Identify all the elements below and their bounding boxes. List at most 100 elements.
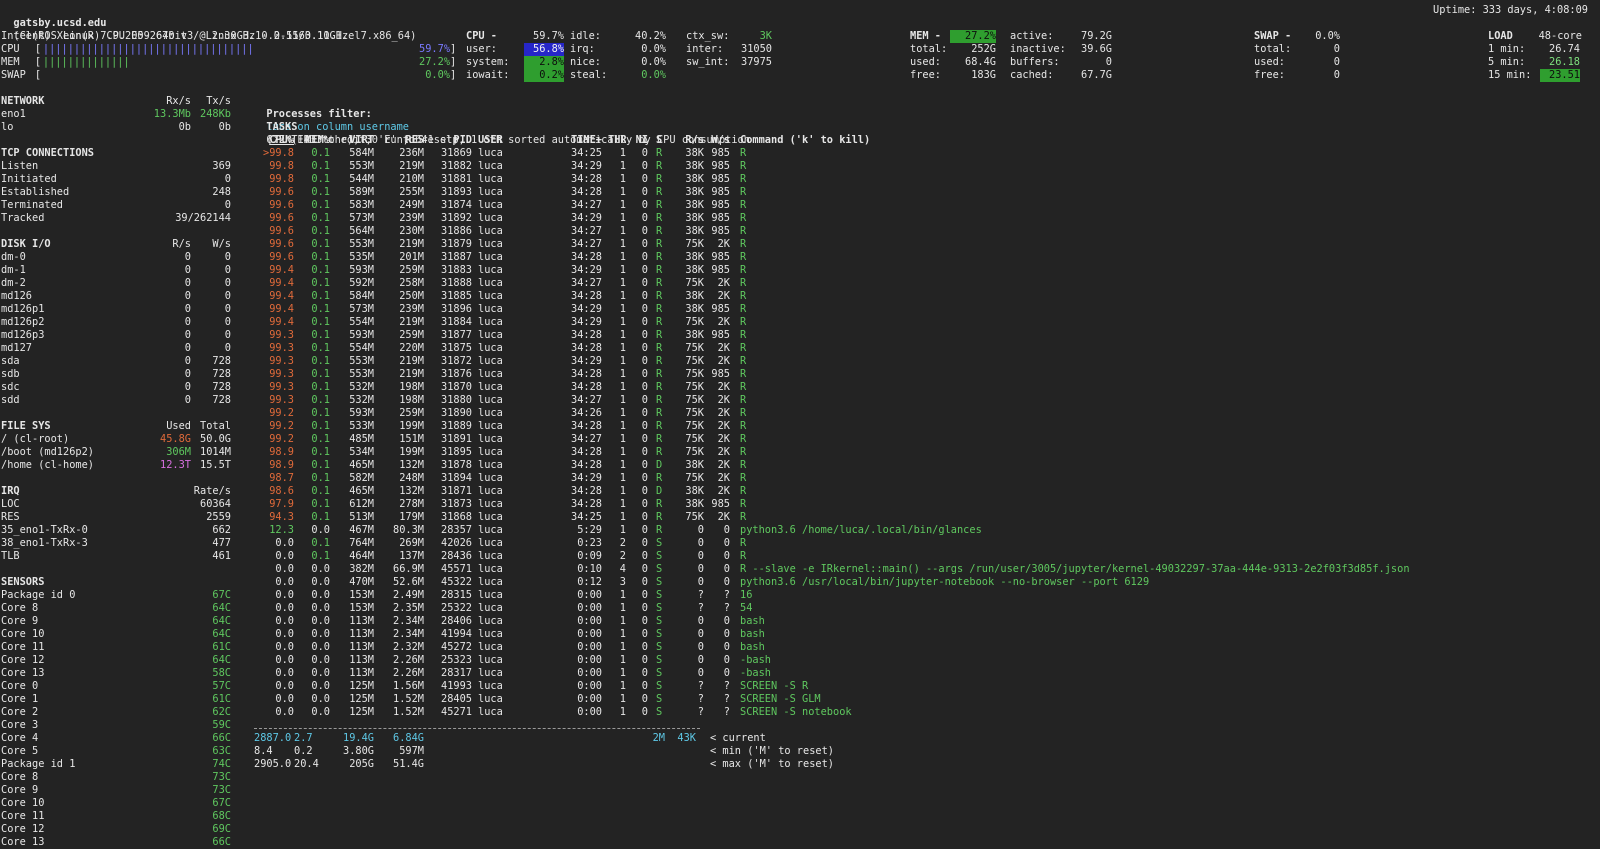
summary-res: 6.84G: [393, 732, 424, 744]
process-row[interactable]: >99.8 0.1 584M 236M 31869 luca 34:25 1 0 R 38K 985 R: [254, 147, 1594, 160]
process-row[interactable]: 99.6 0.1 553M 219M 31879 luca 34:27 1 0 R 75K 2K R: [254, 238, 1594, 251]
process-cell: 0: [641, 368, 648, 380]
process-row[interactable]: 99.8 0.1 553M 219M 31882 luca 34:29 1 0 R 38K 985 R: [254, 160, 1594, 173]
irq-row: 38_eno1-TxRx-3 477: [1, 537, 236, 550]
process-cell: R: [740, 498, 747, 510]
process-row[interactable]: 0.0 0.0 382M 66.9M 45571 luca 0:10 4 0 S 0 0 R --sla…: [254, 563, 1594, 576]
process-row[interactable]: 0.0 0.1 764M 269M 42026 luca 0:23 2 0 S 0 0 R: [254, 537, 1594, 550]
process-row[interactable]: 99.3 0.1 532M 198M 31870 luca 34:28 1 0 R 75K 2K R: [254, 381, 1594, 394]
process-cell: luca: [478, 251, 503, 263]
cpu-stat-value: 40.2%: [635, 30, 666, 42]
process-cell: 0: [697, 641, 704, 653]
process-row[interactable]: 99.6 0.1 535M 201M 31887 luca 34:28 1 0 R 38K 985 R: [254, 251, 1594, 264]
irq-row: RES 2559: [1, 511, 236, 524]
process-cell: 0.1: [311, 394, 330, 406]
process-cell: 2: [619, 537, 626, 549]
process-cell: 2K: [717, 459, 730, 471]
process-row[interactable]: 98.9 0.1 465M 132M 31878 luca 34:28 1 0 D 38K 2K R: [254, 459, 1594, 472]
process-cell: 0.1: [311, 381, 330, 393]
diskio-row: sdb 0 728: [1, 368, 236, 381]
disk-read: 0: [184, 316, 191, 328]
tcp-label: Terminated: [1, 199, 63, 211]
process-row[interactable]: 99.2 0.1 533M 199M 31889 luca 34:28 1 0 R 75K 2K R: [254, 420, 1594, 433]
process-cell: R: [740, 368, 747, 380]
process-cell: 1: [619, 628, 626, 640]
process-row[interactable]: 0.0 0.0 113M 2.26M 25323 luca 0:00 1 0 S 0 0 -bash: [254, 654, 1594, 667]
process-cell: R: [740, 459, 747, 471]
cpu-stat-label: inter:: [686, 43, 724, 55]
process-cell: 1: [619, 251, 626, 263]
process-row[interactable]: 99.4 0.1 584M 250M 31885 luca 34:28 1 0 R 38K 2K R: [254, 290, 1594, 303]
process-row[interactable]: 99.2 0.1 593M 259M 31890 luca 34:26 1 0 R 75K 2K R: [254, 407, 1594, 420]
process-cell: 467M: [349, 524, 374, 536]
process-row[interactable]: 0.0 0.0 470M 52.6M 45322 luca 0:12 3 0 S 0 0 python3…: [254, 576, 1594, 589]
process-cell: 34:28: [571, 485, 602, 497]
process-row[interactable]: 0.0 0.0 113M 2.34M 41994 luca 0:00 1 0 S 0 0 bash: [254, 628, 1594, 641]
process-row[interactable]: 0.0 0.0 113M 2.32M 45272 luca 0:00 1 0 S 0 0 bash: [254, 641, 1594, 654]
sensor-temp: 64C: [212, 628, 231, 640]
process-cell: 31889: [441, 420, 472, 432]
process-cell: 2.34M: [393, 628, 424, 640]
sensor-name: Package id 0: [1, 589, 76, 601]
process-cell: 198M: [399, 394, 424, 406]
process-row[interactable]: 98.6 0.1 465M 132M 31871 luca 34:28 1 0 D 38K 2K R: [254, 485, 1594, 498]
sensor-name: Core 12: [1, 823, 45, 835]
sensor-row: Core 8 64C: [1, 602, 236, 615]
process-row[interactable]: 12.3 0.0 467M 80.3M 28357 luca 5:29 1 0 R 0 0 python…: [254, 524, 1594, 537]
process-cell: 2K: [717, 472, 730, 484]
process-row[interactable]: 94.3 0.1 513M 179M 31868 luca 34:25 1 0 R 75K 2K R: [254, 511, 1594, 524]
process-row[interactable]: 0.0 0.0 113M 2.26M 28317 luca 0:00 1 0 S 0 0 -bash: [254, 667, 1594, 680]
process-row[interactable]: 99.4 0.1 592M 258M 31888 luca 34:27 1 0 R 75K 2K R: [254, 277, 1594, 290]
process-row[interactable]: 0.0 0.0 153M 2.35M 25322 luca 0:00 1 0 S?? 54: [254, 602, 1594, 615]
process-cell: 470M: [349, 576, 374, 588]
process-row[interactable]: 99.3 0.1 553M 219M 31872 luca 34:29 1 0 R 75K 2K R: [254, 355, 1594, 368]
process-row[interactable]: 99.6 0.1 589M 255M 31893 luca 34:28 1 0 R 38K 985 R: [254, 186, 1594, 199]
process-cell: 34:28: [571, 368, 602, 380]
process-cell: 38K: [685, 160, 704, 172]
process-row[interactable]: 99.2 0.1 485M 151M 31891 luca 34:27 1 0 R 75K 2K R: [254, 433, 1594, 446]
process-cell: 0.0: [311, 589, 330, 601]
process-row[interactable]: 99.6 0.1 583M 249M 31874 luca 34:27 1 0 R 38K 985 R: [254, 199, 1594, 212]
process-row[interactable]: 99.4 0.1 573M 239M 31896 luca 34:29 1 0 R 38K 985 R: [254, 303, 1594, 316]
process-cell: 0: [641, 459, 648, 471]
process-cell: 0: [641, 589, 648, 601]
process-cell: 0.0: [275, 693, 294, 705]
process-cell: 28405: [441, 693, 472, 705]
cpu-stat-value: 0.0%: [641, 69, 666, 81]
process-row[interactable]: 97.9 0.1 612M 278M 31873 luca 34:28 1 0 R 38K 985 R: [254, 498, 1594, 511]
swap-stat-value: 0: [1333, 56, 1340, 68]
process-row[interactable]: 98.7 0.1 582M 248M 31894 luca 34:29 1 0 R 75K 2K R: [254, 472, 1594, 485]
process-row[interactable]: 99.8 0.1 544M 210M 31881 luca 34:28 1 0 R 38K 985 R: [254, 173, 1594, 186]
process-cell: 0.1: [311, 498, 330, 510]
process-row[interactable]: 0.0 0.0 113M 2.34M 28406 luca 0:00 1 0 S 0 0 bash: [254, 615, 1594, 628]
irq-rate: 477: [212, 537, 231, 549]
process-row[interactable]: 99.6 0.1 564M 230M 31886 luca 34:27 1 0 R 38K 985 R: [254, 225, 1594, 238]
process-row[interactable]: 0.0 0.0 153M 2.49M 28315 luca 0:00 1 0 S?? 16: [254, 589, 1594, 602]
process-cell: 0: [641, 446, 648, 458]
process-row[interactable]: 99.3 0.1 553M 219M 31876 luca 34:28 1 0 R 75K 985 R: [254, 368, 1594, 381]
process-row[interactable]: 0.0 0.0 125M 1.52M 28405 luca 0:00 1 0 S?? SCREEN …: [254, 693, 1594, 706]
process-cell: 2K: [717, 511, 730, 523]
process-cell: R: [656, 199, 663, 211]
process-row[interactable]: 99.4 0.1 554M 219M 31884 luca 34:29 1 0 R 75K 2K R: [254, 316, 1594, 329]
sensor-name: Core 3: [1, 719, 39, 731]
process-row[interactable]: 98.9 0.1 534M 199M 31895 luca 34:28 1 0 R 75K 2K R: [254, 446, 1594, 459]
tcp-label: Established: [1, 186, 70, 198]
process-cell: luca: [478, 654, 503, 666]
process-row[interactable]: 99.3 0.1 532M 198M 31880 luca 34:27 1 0 R 75K 2K R: [254, 394, 1594, 407]
process-row[interactable]: 0.0 0.0 125M 1.52M 45271 luca 0:00 1 0 S?? SCREEN …: [254, 706, 1594, 719]
irq-rate: 662: [212, 524, 231, 536]
process-row[interactable]: 99.6 0.1 573M 239M 31892 luca 34:29 1 0 R 38K 985 R: [254, 212, 1594, 225]
sensors-title: SENSORS: [1, 576, 45, 588]
process-cell: -bash: [740, 654, 771, 666]
process-row[interactable]: 99.3 0.1 554M 220M 31875 luca 34:28 1 0 R 75K 2K R: [254, 342, 1594, 355]
process-cell: 99.3: [269, 394, 294, 406]
process-row[interactable]: 0.0 0.0 125M 1.56M 41993 luca 0:00 1 0 S?? SCREEN …: [254, 680, 1594, 693]
load-label: 1 min:: [1488, 43, 1526, 55]
process-row[interactable]: 0.0 0.1 464M 137M 28436 luca 0:09 2 0 S 0 0 R: [254, 550, 1594, 563]
load-panel: LOAD 48-core 1 min: 26.74 5 min: 26.18 15 min:…: [1488, 30, 1582, 82]
process-row[interactable]: 99.3 0.1 593M 259M 31877 luca 34:28 1 0 R 38K 985 R: [254, 329, 1594, 342]
process-row[interactable]: 99.4 0.1 593M 259M 31883 luca 34:29 1 0 R 38K 985 R: [254, 264, 1594, 277]
cpu-col1: CPU - 59.7% user: 56.8% system: 2.8% iowait: 0.…: [466, 30, 566, 82]
